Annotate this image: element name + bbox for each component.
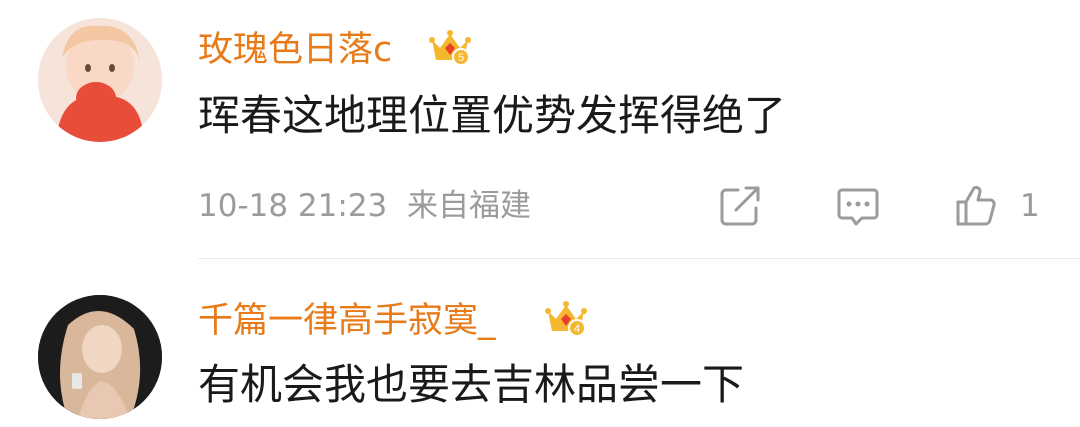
thumbs-up-icon — [956, 185, 996, 226]
comment-text: 有机会我也要去吉林品尝一下 — [198, 360, 745, 409]
username[interactable]: 千篇一律高手寂寞_ — [198, 299, 496, 343]
comment-button[interactable] — [834, 182, 882, 230]
comment-meta: 10-18 21:23 来自福建 — [198, 188, 531, 224]
crown-level-4-icon: 4 — [544, 297, 588, 341]
comment-text: 珲春这地理位置优势发挥得绝了 — [198, 91, 787, 140]
avatar[interactable] — [38, 18, 162, 142]
share-icon — [720, 186, 760, 226]
comment-item: 玫瑰色日落c 5 珲春这地理位置优势发挥得绝了 10-18 21:23 来自福建 — [0, 0, 1080, 258]
username[interactable]: 玫瑰色日落c — [198, 28, 392, 72]
crown-level-5-icon: 5 — [428, 26, 472, 70]
vip-level-label: 4 — [574, 323, 580, 335]
vip-level-label: 5 — [458, 52, 464, 64]
avatar[interactable] — [38, 295, 162, 419]
like-button[interactable] — [952, 182, 1000, 230]
avatar-illustration-icon — [38, 18, 162, 142]
comment-item: 千篇一律高手寂寞_ 4 有机会我也要去吉林品尝一下 — [0, 259, 1080, 427]
avatar-photo-icon — [38, 295, 162, 419]
comment-icon — [837, 188, 879, 226]
like-count: 1 — [1020, 188, 1040, 224]
share-button[interactable] — [716, 182, 764, 230]
